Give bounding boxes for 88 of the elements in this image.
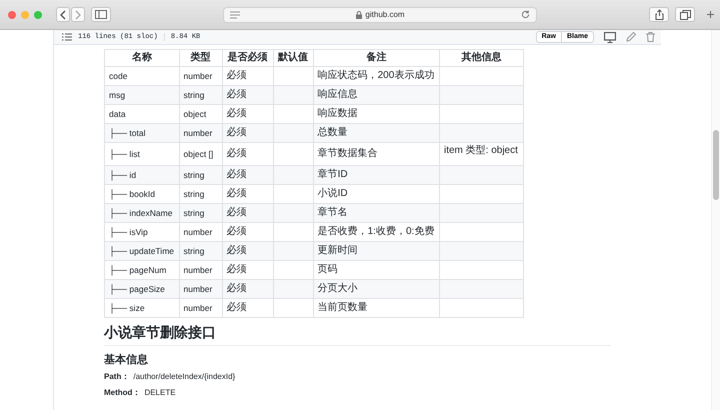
table-cell: object []: [184, 149, 214, 159]
subsection-heading: 基本信息: [104, 352, 149, 367]
table-cell: string: [184, 208, 204, 218]
tabs-icon: [680, 10, 690, 20]
table-cell: 章节名: [318, 207, 348, 218]
share-icon: [654, 9, 664, 20]
table-cell: number: [184, 284, 212, 294]
table-cell: 必须: [226, 169, 247, 180]
table-cell: ├── indexName: [109, 208, 172, 218]
table-cell: 必须: [226, 283, 247, 294]
pencil-icon[interactable]: [626, 32, 636, 42]
table-cell: 小说ID: [318, 188, 348, 199]
table-cell: ├── size: [109, 303, 145, 313]
share-button[interactable]: [649, 7, 669, 22]
chevron-right-icon: [74, 10, 82, 20]
table-cell: string: [184, 246, 204, 256]
table-cell: code: [109, 71, 128, 81]
zoom-button[interactable]: [34, 10, 42, 18]
table-cell: 必须: [226, 148, 247, 159]
table-cell: ├── bookId: [109, 189, 155, 199]
table-cell: ├── updateTime: [109, 246, 174, 256]
table-cell: ├── pageNum: [109, 265, 166, 275]
table-cell: object: [184, 109, 206, 119]
table-cell: 响应信息: [318, 89, 358, 100]
table-cell: 必须: [226, 108, 247, 119]
table-cell: 必须: [226, 302, 247, 313]
table-cell: 响应数据: [318, 108, 358, 119]
table-cell: number: [184, 128, 212, 138]
chevron-left-icon: [59, 10, 67, 20]
column-header: 类型: [179, 50, 222, 66]
table-cell: 总数量: [318, 127, 348, 138]
monitor-icon[interactable]: [604, 32, 616, 42]
table-cell: 必须: [226, 226, 247, 237]
table-cell: 必须: [226, 188, 247, 199]
table-cell: 更新时间: [318, 245, 358, 256]
column-header: 备注: [313, 50, 440, 66]
sidebar-button[interactable]: [91, 7, 111, 22]
field-label: Path：: [104, 372, 130, 382]
table-cell: string: [184, 90, 204, 100]
table-cell: ├── isVip: [109, 227, 148, 237]
table-cell: 必须: [226, 207, 247, 218]
reload-icon[interactable]: [521, 10, 530, 19]
table-cell: number: [184, 265, 212, 275]
table-cell: number: [184, 227, 212, 237]
table-cell: ├── total: [109, 128, 146, 138]
column-header: 默认值: [273, 50, 314, 66]
table-cell: 必须: [226, 89, 247, 100]
close-button[interactable]: [8, 10, 16, 18]
table-cell: number: [184, 303, 212, 313]
section-heading: 小说章节删除接口: [104, 324, 611, 346]
table-cell: 必须: [226, 127, 247, 138]
table-cell: ├── pageSize: [109, 284, 165, 294]
tabs-button[interactable]: [675, 7, 695, 22]
table-cell: 必须: [226, 245, 247, 256]
table-cell: ├── list: [109, 149, 140, 159]
table-cell: data: [109, 109, 126, 119]
url-text: github.com: [365, 10, 405, 19]
table-cell: 响应状态码，200表示成功: [318, 70, 434, 81]
table-cell: number: [184, 71, 212, 81]
table-cell: 章节ID: [318, 169, 348, 180]
table-cell: 分页大小: [318, 283, 358, 294]
table-cell: 当前页数量: [318, 302, 368, 313]
table-cell: item 类型: object: [444, 145, 518, 156]
new-tab-button[interactable]: [707, 11, 714, 18]
table-cell: string: [184, 189, 204, 199]
field-label: Method：: [104, 388, 140, 398]
list-icon: [62, 33, 72, 41]
table-cell: 是否收费，1:收费，0:免费: [318, 226, 434, 237]
field-value: DELETE: [144, 388, 176, 398]
plus-icon: [707, 11, 714, 18]
field-value: /author/deleteIndex/{indexId}: [133, 372, 236, 382]
table-cell: 必须: [226, 264, 247, 275]
trash-icon[interactable]: [646, 32, 655, 42]
sidebar-icon: [95, 10, 107, 19]
table-cell: string: [184, 170, 204, 180]
column-header: 名称: [104, 50, 180, 66]
column-header: 是否必须: [222, 50, 274, 66]
scrollbar-thumb[interactable]: [713, 130, 719, 200]
table-cell: 必须: [226, 70, 247, 81]
address-bar[interactable]: github.com: [223, 6, 537, 22]
table-cell: 章节数据集合: [318, 148, 378, 159]
lock-icon: [356, 10, 362, 18]
table-cell: msg: [109, 90, 126, 100]
reader-icon[interactable]: [230, 10, 240, 18]
column-header: 其他信息: [439, 50, 524, 66]
back-button[interactable]: [56, 7, 70, 22]
table-cell: 页码: [318, 264, 338, 275]
table-cell: ├── id: [109, 170, 136, 180]
